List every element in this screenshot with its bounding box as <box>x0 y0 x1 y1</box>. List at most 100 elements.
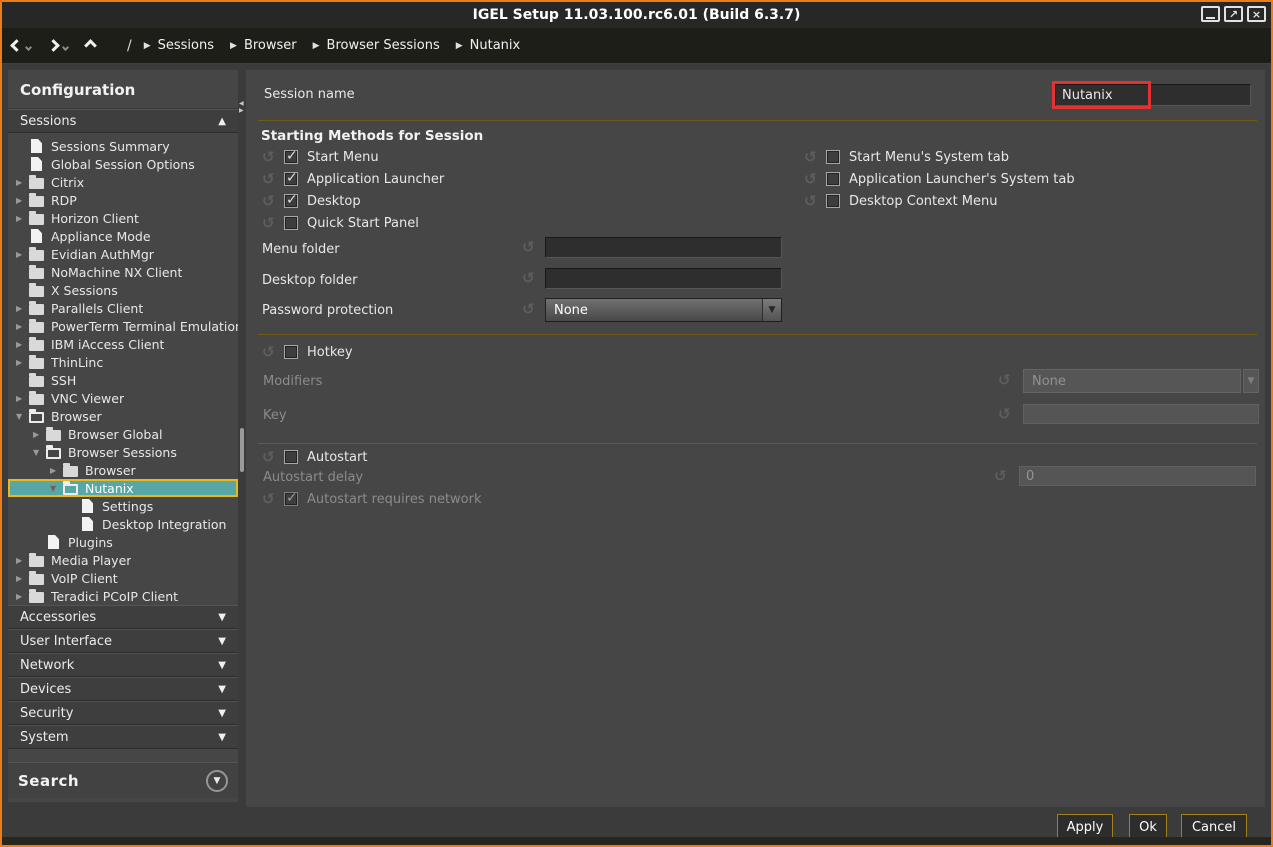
collapse-icon[interactable]: ▼ <box>33 448 46 457</box>
breadcrumb-item-browser[interactable]: ▶Browser <box>230 38 297 53</box>
tree-item-browser[interactable]: ▶Browser <box>8 461 238 479</box>
back-history-caret-icon[interactable] <box>25 43 32 50</box>
password-protection-select[interactable]: None ▼ <box>545 298 782 322</box>
start-menu-s-system-tab-checkbox[interactable] <box>826 150 840 164</box>
breadcrumb-item-browser-sessions[interactable]: ▶Browser Sessions <box>313 38 440 53</box>
sidebar-scrollbar-thumb[interactable] <box>240 428 244 472</box>
expand-icon[interactable]: ▶ <box>16 394 29 403</box>
tree-item-ibm-iaccess-client[interactable]: ▶IBM iAccess Client <box>8 335 238 353</box>
sidebar-section-security[interactable]: Security▼ <box>8 701 238 725</box>
tree-item-parallels-client[interactable]: ▶Parallels Client <box>8 299 238 317</box>
tree-item-appliance-mode[interactable]: Appliance Mode <box>8 227 238 245</box>
forward-button[interactable] <box>49 41 68 50</box>
tree-item-plugins[interactable]: Plugins <box>8 533 238 551</box>
expand-icon[interactable]: ▶ <box>50 466 63 475</box>
tree-item-nomachine-nx-client[interactable]: NoMachine NX Client <box>8 263 238 281</box>
tree-item-ssh[interactable]: SSH <box>8 371 238 389</box>
search-row[interactable]: Search ▼ <box>8 762 238 798</box>
reset-icon[interactable]: ↺ <box>998 373 1011 388</box>
search-expand-icon[interactable]: ▼ <box>206 770 228 792</box>
expand-icon[interactable]: ▶ <box>16 178 29 187</box>
reset-icon[interactable]: ↺ <box>998 407 1011 422</box>
reset-icon[interactable]: ↺ <box>262 492 279 507</box>
collapse-icon[interactable]: ▼ <box>50 484 63 493</box>
sidebar-section-accessories[interactable]: Accessories▼ <box>8 605 238 629</box>
tree-item-teradici-pcoip-client[interactable]: ▶Teradici PCoIP Client <box>8 587 238 605</box>
titlebar[interactable]: IGEL Setup 11.03.100.rc6.01 (Build 6.3.7… <box>2 2 1271 28</box>
expand-icon[interactable]: ▶ <box>16 358 29 367</box>
expand-icon[interactable]: ▶ <box>33 430 46 439</box>
tree-item-thinlinc[interactable]: ▶ThinLinc <box>8 353 238 371</box>
tree-item-browser-global[interactable]: ▶Browser Global <box>8 425 238 443</box>
menu-folder-input[interactable] <box>545 237 782 258</box>
reset-icon[interactable]: ↺ <box>994 469 1007 484</box>
tree-item-label: Horizon Client <box>51 211 139 226</box>
reset-icon[interactable]: ↺ <box>262 450 279 465</box>
reset-icon[interactable]: ↺ <box>262 345 279 360</box>
tree-item-vnc-viewer[interactable]: ▶VNC Viewer <box>8 389 238 407</box>
session-name-input[interactable] <box>1055 84 1251 106</box>
minimize-icon[interactable] <box>1201 6 1220 22</box>
reset-icon[interactable]: ↺ <box>262 216 279 231</box>
reset-icon[interactable]: ↺ <box>522 302 535 317</box>
reset-icon[interactable]: ↺ <box>804 172 821 187</box>
expand-icon[interactable]: ▶ <box>16 322 29 331</box>
tree-item-nutanix[interactable]: ▼Nutanix <box>8 479 238 497</box>
tree-item-browser[interactable]: ▼Browser <box>8 407 238 425</box>
reset-icon[interactable]: ↺ <box>262 150 279 165</box>
autostart-checkbox[interactable] <box>284 450 298 464</box>
reset-icon[interactable]: ↺ <box>262 194 279 209</box>
maximize-icon[interactable]: ↗ <box>1224 6 1243 22</box>
tree-item-evidian-authmgr[interactable]: ▶Evidian AuthMgr <box>8 245 238 263</box>
expand-icon[interactable]: ▶ <box>16 340 29 349</box>
tree-item-horizon-client[interactable]: ▶ Horizon Client <box>8 209 238 227</box>
forward-history-caret-icon[interactable] <box>62 43 69 50</box>
expand-icon[interactable]: ▶ <box>16 196 29 205</box>
tree-item-sessions-summary[interactable]: Sessions Summary <box>8 137 238 155</box>
tree-item-browser-sessions[interactable]: ▼Browser Sessions <box>8 443 238 461</box>
sidebar-section-sessions[interactable]: Sessions ▲ <box>8 109 238 133</box>
application-launcher-s-system-tab-checkbox[interactable] <box>826 172 840 186</box>
chevron-down-icon[interactable]: ▼ <box>762 299 781 321</box>
desktop-folder-input[interactable] <box>545 268 782 289</box>
folder-icon <box>29 376 44 387</box>
tree-item-global-session-options[interactable]: Global Session Options <box>8 155 238 173</box>
expand-section-icon: ▼ <box>218 612 226 623</box>
reset-icon[interactable]: ↺ <box>804 194 821 209</box>
tree-item-powerterm-terminal-emulation[interactable]: ▶PowerTerm Terminal Emulation <box>8 317 238 335</box>
session-name-label: Session name <box>264 87 355 102</box>
expand-icon[interactable]: ▶ <box>16 214 29 223</box>
breadcrumb-item-sessions[interactable]: ▶Sessions <box>144 38 214 53</box>
expand-icon[interactable]: ▶ <box>16 592 29 601</box>
expand-icon[interactable]: ▶ <box>16 556 29 565</box>
desktop-checkbox[interactable] <box>284 194 298 208</box>
sidebar-section-network[interactable]: Network▼ <box>8 653 238 677</box>
reset-icon[interactable]: ↺ <box>262 172 279 187</box>
up-button[interactable] <box>86 41 95 50</box>
tree-item-rdp[interactable]: ▶RDP <box>8 191 238 209</box>
tree-item-media-player[interactable]: ▶Media Player <box>8 551 238 569</box>
tree-item-citrix[interactable]: ▶Citrix <box>8 173 238 191</box>
hotkey-checkbox[interactable] <box>284 345 298 359</box>
reset-icon[interactable]: ↺ <box>522 271 535 286</box>
tree-item-settings[interactable]: Settings <box>8 497 238 515</box>
back-button[interactable] <box>12 41 31 50</box>
sidebar-section-system[interactable]: System▼ <box>8 725 238 749</box>
desktop-context-menu-checkbox[interactable] <box>826 194 840 208</box>
close-icon[interactable]: × <box>1247 6 1266 22</box>
breadcrumb-item-nutanix[interactable]: ▶Nutanix <box>456 38 521 53</box>
tree-item-x-sessions[interactable]: X Sessions <box>8 281 238 299</box>
expand-icon[interactable]: ▶ <box>16 574 29 583</box>
sidebar-section-user-interface[interactable]: User Interface▼ <box>8 629 238 653</box>
reset-icon[interactable]: ↺ <box>804 150 821 165</box>
tree-item-voip-client[interactable]: ▶VoIP Client <box>8 569 238 587</box>
expand-icon[interactable]: ▶ <box>16 250 29 259</box>
collapse-icon[interactable]: ▼ <box>16 412 29 421</box>
reset-icon[interactable]: ↺ <box>522 240 535 255</box>
application-launcher-checkbox[interactable] <box>284 172 298 186</box>
start-menu-checkbox[interactable] <box>284 150 298 164</box>
quick-start-panel-checkbox[interactable] <box>284 216 298 230</box>
sidebar-section-devices[interactable]: Devices▼ <box>8 677 238 701</box>
expand-icon[interactable]: ▶ <box>16 304 29 313</box>
tree-item-desktop-integration[interactable]: Desktop Integration <box>8 515 238 533</box>
